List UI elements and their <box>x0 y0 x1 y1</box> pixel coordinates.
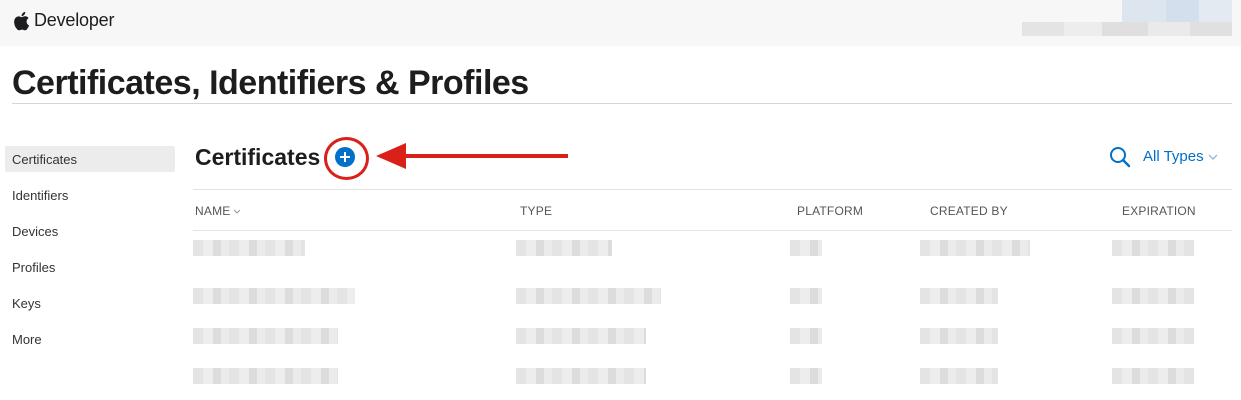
table-header-divider <box>193 230 1232 231</box>
redacted-cell <box>193 328 338 344</box>
sidebar-item-identifiers[interactable]: Identifiers <box>5 182 175 208</box>
top-bar: Developer <box>0 0 1241 46</box>
type-filter-dropdown[interactable]: All Types <box>1143 148 1218 165</box>
type-filter-label: All Types <box>1143 148 1204 165</box>
redacted-cell <box>920 328 998 344</box>
column-header-name[interactable]: NAME <box>195 204 241 218</box>
column-header-label: PLATFORM <box>797 204 864 218</box>
redacted-cell <box>193 288 355 304</box>
chevron-down-icon <box>1208 154 1218 160</box>
column-header-label: CREATED BY <box>930 204 1008 218</box>
redacted-cell <box>516 240 612 256</box>
table-row[interactable] <box>193 320 1232 350</box>
search-icon[interactable] <box>1109 146 1131 168</box>
apple-logo-icon <box>14 11 30 30</box>
redacted-cell <box>1112 368 1194 384</box>
redacted-cell <box>920 368 998 384</box>
page-title: Certificates, Identifiers & Profiles <box>12 64 529 102</box>
redacted-cell <box>790 288 822 304</box>
sidebar-item-profiles[interactable]: Profiles <box>5 254 175 280</box>
redacted-cell <box>920 240 1030 256</box>
column-header-label: NAME <box>195 204 231 218</box>
redacted-cell <box>790 328 822 344</box>
column-header-type[interactable]: TYPE <box>520 204 552 218</box>
column-header-expiration[interactable]: EXPIRATION <box>1122 204 1196 218</box>
sidebar-item-certificates[interactable]: Certificates <box>5 146 175 172</box>
sidebar-item-label: Devices <box>12 223 59 239</box>
section-title: Certificates <box>195 144 321 170</box>
sidebar-item-label: Identifiers <box>12 187 69 203</box>
redacted-cell <box>1112 288 1194 304</box>
sidebar-item-keys[interactable]: Keys <box>5 290 175 316</box>
sidebar-item-label: Certificates <box>12 151 78 167</box>
redacted-cell <box>193 368 338 384</box>
table-row[interactable] <box>193 360 1232 390</box>
table-row[interactable] <box>193 232 1232 262</box>
redacted-cell <box>790 240 822 256</box>
column-header-label: TYPE <box>520 204 553 218</box>
title-divider <box>12 103 1232 104</box>
column-header-platform[interactable]: PLATFORM <box>797 204 863 218</box>
brand-name: Developer <box>34 10 115 30</box>
sidebar-item-label: Profiles <box>12 259 56 275</box>
redacted-cell <box>1112 240 1194 256</box>
brand-link[interactable]: Developer <box>12 10 114 31</box>
redacted-cell <box>516 328 646 344</box>
account-avatar-redacted[interactable] <box>1122 0 1232 22</box>
section-divider <box>193 189 1232 190</box>
column-header-label: EXPIRATION <box>1122 204 1196 218</box>
table-row[interactable] <box>193 280 1232 310</box>
redacted-cell <box>1112 328 1194 344</box>
redacted-cell <box>516 368 646 384</box>
sidebar-item-label: Keys <box>12 295 41 311</box>
column-header-created-by[interactable]: CREATED BY <box>930 204 1008 218</box>
sidebar-item-more[interactable]: More <box>5 326 175 352</box>
annotation-highlight-ring <box>324 137 369 180</box>
redacted-cell <box>920 288 998 304</box>
sidebar-item-devices[interactable]: Devices <box>5 218 175 244</box>
account-name-redacted[interactable] <box>1022 22 1232 36</box>
redacted-cell <box>790 368 822 384</box>
sidebar-item-label: More <box>12 331 42 347</box>
annotation-arrow-icon <box>376 143 568 169</box>
sort-chevron-icon <box>234 209 241 214</box>
redacted-cell <box>193 240 305 256</box>
redacted-cell <box>516 288 661 304</box>
sidebar: Certificates Identifiers Devices Profile… <box>5 146 175 362</box>
